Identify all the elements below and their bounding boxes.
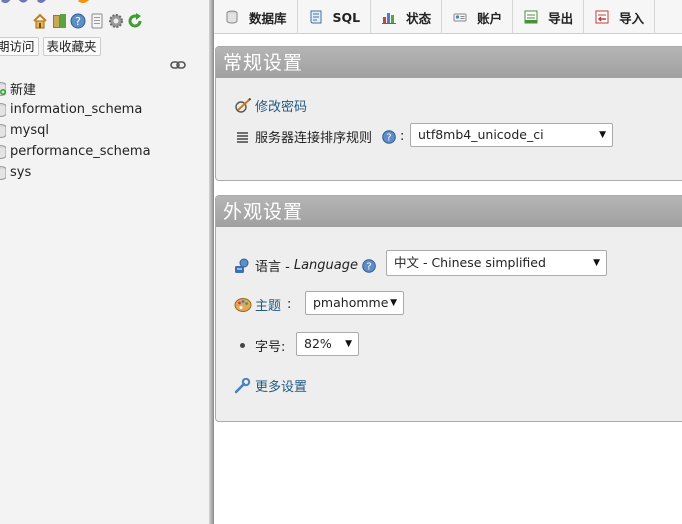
tab-label: 数据库: [249, 10, 287, 26]
more-settings-row: 更多设置: [234, 376, 307, 395]
dropdown-arrow-icon: ▼: [345, 339, 352, 349]
tab-label: 导出: [548, 10, 574, 26]
export-icon: [523, 9, 539, 25]
panel-title: 外观设置: [216, 196, 682, 227]
tab-import[interactable]: 导入: [584, 0, 656, 34]
database-icon: [0, 165, 6, 180]
font-size-value: 82%: [304, 336, 332, 351]
tab-users[interactable]: 账户: [442, 0, 514, 34]
navigation-panel: ? 期访问 表收藏夹 新建 information_schema mysql p…: [0, 0, 210, 524]
home-icon[interactable]: [32, 13, 48, 29]
database-icon: [0, 123, 6, 138]
tab-databases[interactable]: 数据库: [214, 0, 298, 34]
tab-status[interactable]: 状态: [371, 0, 443, 34]
font-size-row: 字号:: [234, 336, 285, 355]
users-icon: [452, 9, 468, 25]
change-password-row: 修改密码: [234, 96, 307, 115]
db-label: 新建: [10, 83, 37, 98]
theme-select[interactable]: pmahomme ▼: [305, 291, 404, 315]
more-settings-link[interactable]: 更多设置: [255, 376, 307, 395]
appearance-settings-panel: 外观设置 语言 - Language ? 中文 - Chinese simpli…: [215, 195, 682, 422]
dropdown-arrow-icon: ▼: [599, 130, 606, 140]
settings-icon[interactable]: [108, 13, 124, 29]
db-new[interactable]: 新建: [0, 78, 151, 99]
theme-row: 主题 :: [234, 295, 291, 314]
database-icon: [224, 9, 240, 25]
tab-export[interactable]: 导出: [513, 0, 585, 34]
collation-label: 服务器连接排序规则: [255, 131, 373, 146]
db-label: performance_schema: [10, 144, 151, 159]
bullet-icon: [240, 343, 245, 348]
theme-link[interactable]: 主题: [255, 295, 281, 314]
database-icon: [0, 144, 6, 159]
general-settings-panel: 常规设置 修改密码 服务器连接排序规则 ? : utf8mb4_unicode_…: [215, 46, 682, 181]
db-sys[interactable]: sys: [0, 162, 151, 183]
list-icon: [234, 129, 252, 145]
tab-label: 导入: [619, 10, 645, 26]
database-icon: [0, 102, 6, 117]
font-size-label: 字号:: [255, 340, 286, 355]
help-icon[interactable]: ?: [70, 13, 86, 29]
collation-value: utf8mb4_unicode_ci: [418, 127, 544, 142]
edit-password-icon: [234, 97, 252, 114]
language-select[interactable]: 中文 - Chinese simplified ▼: [386, 250, 607, 276]
help-icon[interactable]: ?: [382, 129, 396, 144]
db-label: information_schema: [10, 102, 143, 117]
db-information-schema[interactable]: information_schema: [0, 99, 151, 120]
nav-resizer[interactable]: [209, 0, 214, 524]
db-mysql[interactable]: mysql: [0, 120, 151, 141]
phpmyadmin-window: ? 期访问 表收藏夹 新建 information_schema mysql p…: [0, 0, 682, 524]
tab-recent[interactable]: 期访问: [0, 37, 39, 56]
font-size-select[interactable]: 82% ▼: [296, 332, 359, 356]
svg-text:?: ?: [75, 15, 81, 28]
tab-label: 账户: [477, 10, 503, 26]
tab-label: SQL: [332, 9, 361, 25]
language-label-en: Language: [293, 258, 358, 273]
reload-icon[interactable]: [127, 13, 143, 29]
nav-icon-bar: ?: [32, 13, 143, 29]
collation-row: 服务器连接排序规则 ? :: [234, 127, 404, 146]
db-performance-schema[interactable]: performance_schema: [0, 141, 151, 162]
import-icon: [594, 9, 610, 25]
tab-label: 状态: [406, 10, 432, 26]
db-label: sys: [10, 165, 32, 180]
logo-accent: [76, 0, 96, 4]
new-database-icon: [0, 81, 6, 96]
dropdown-arrow-icon: ▼: [390, 298, 397, 308]
logo[interactable]: [0, 0, 60, 4]
dropdown-arrow-icon: ▼: [593, 258, 600, 268]
sql-icon: [308, 9, 324, 25]
status-icon: [381, 9, 397, 25]
svg-text:?: ?: [386, 132, 391, 143]
language-value: 中文 - Chinese simplified: [394, 255, 546, 270]
svg-text:?: ?: [366, 261, 371, 272]
nav-tabs: 期访问 表收藏夹: [0, 37, 101, 56]
database-tree: 新建 information_schema mysql performance_…: [0, 78, 151, 183]
language-row: 语言 - Language ?: [234, 256, 380, 275]
wrench-icon: [234, 377, 252, 394]
db-label: mysql: [10, 123, 49, 138]
palette-icon: [234, 297, 252, 313]
theme-value: pmahomme: [313, 295, 389, 310]
top-menu: 数据库 SQL 状态 账户 导出 导入: [214, 0, 682, 34]
tab-sql[interactable]: SQL: [298, 0, 372, 34]
help-icon[interactable]: ?: [362, 258, 376, 273]
change-password-link[interactable]: 修改密码: [255, 96, 307, 115]
language-label: 语言 -: [255, 260, 290, 275]
theme-colon: :: [287, 297, 292, 312]
exit-icon[interactable]: [51, 13, 67, 29]
collation-select[interactable]: utf8mb4_unicode_ci ▼: [410, 123, 613, 147]
docs-icon[interactable]: [89, 13, 105, 29]
tab-favorites[interactable]: 表收藏夹: [42, 37, 101, 56]
panel-title: 常规设置: [216, 47, 682, 78]
language-icon: [234, 258, 252, 274]
collation-colon: :: [400, 129, 405, 144]
link-icon[interactable]: [170, 59, 186, 71]
